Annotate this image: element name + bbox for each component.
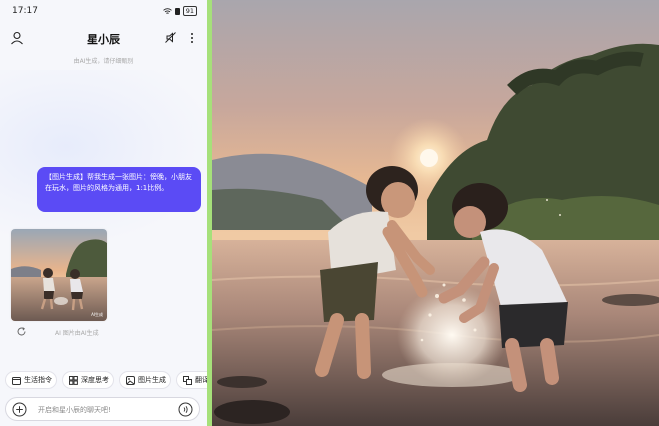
quick-action-deep-thinking[interactable]: 深度思考 <box>62 371 114 389</box>
quick-action-image-gen[interactable]: 图片生成 <box>119 371 171 389</box>
ai-disclaimer: 由AI生成，请仔细甄别 <box>73 58 134 65</box>
grid-icon <box>69 376 78 385</box>
thumbnail-image <box>11 229 107 321</box>
user-message-bubble[interactable]: 【图片生成】帮我生成一张图片：傍晚，小朋友在玩水，图片的风格为通用，1:1比例。 <box>37 167 201 212</box>
calendar-icon <box>12 377 21 385</box>
generated-image-full <box>212 0 659 426</box>
quick-action-label: 图片生成 <box>138 376 166 384</box>
message-input[interactable]: 开启和星小辰的聊天吧! <box>38 405 111 415</box>
signal-icon <box>174 7 180 15</box>
speaker-muted-icon[interactable] <box>164 31 177 44</box>
battery-indicator: 91 <box>182 6 197 16</box>
chat-app-panel: 17:17 91 星小辰 由AI生成，请仔细甄别 【图片生成】帮我生成一张图片：… <box>0 0 207 426</box>
message-composer[interactable]: 开启和星小辰的聊天吧! <box>5 397 200 421</box>
regenerate-icon[interactable] <box>16 326 27 337</box>
generated-image-thumbnail[interactable]: AI生成 <box>11 229 107 321</box>
quick-action-life-command[interactable]: 生活指令 <box>5 371 57 389</box>
wifi-icon <box>162 7 172 14</box>
status-time: 17:17 <box>12 6 38 16</box>
sunset-kids-splashing-image <box>212 0 659 426</box>
voice-input-icon[interactable] <box>178 402 193 417</box>
quick-action-label: 生活指令 <box>24 376 52 384</box>
ai-generated-note: AI 图片由AI生成 <box>55 330 99 337</box>
quick-action-translate[interactable]: 翻译 <box>176 371 207 389</box>
more-options-icon[interactable] <box>189 31 195 45</box>
image-icon <box>126 376 135 385</box>
background-glow <box>0 70 207 240</box>
chat-header: 星小辰 <box>0 24 207 52</box>
image-watermark: AI生成 <box>91 312 103 317</box>
translate-icon <box>183 376 192 385</box>
quick-action-label: 深度思考 <box>81 376 109 384</box>
status-icons: 91 <box>162 6 197 16</box>
add-attachment-icon[interactable] <box>12 402 27 417</box>
quick-action-bar: 生活指令 深度思考 图片生成 翻译 <box>0 371 207 389</box>
quick-action-label: 翻译 <box>195 376 207 384</box>
status-bar: 17:17 91 <box>0 0 207 24</box>
